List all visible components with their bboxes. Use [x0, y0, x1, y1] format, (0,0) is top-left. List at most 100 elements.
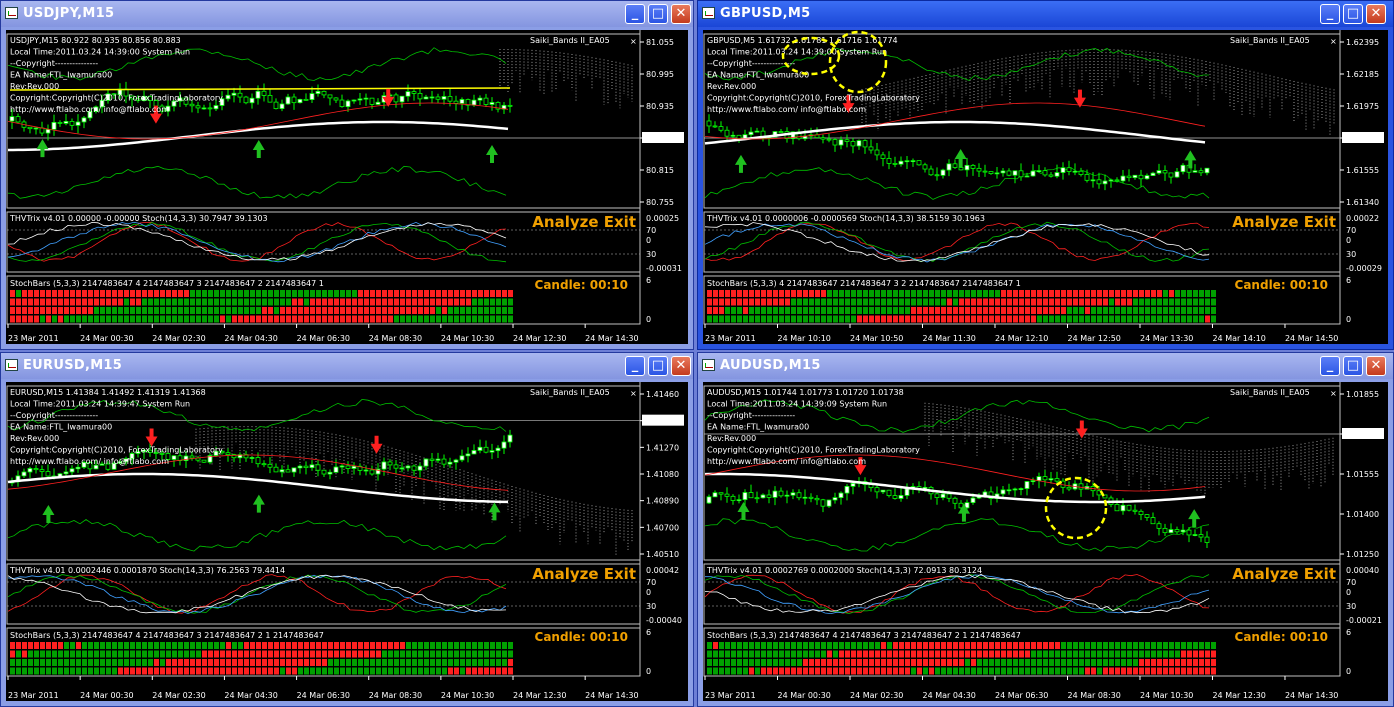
- trix-tick-label: 30: [646, 250, 656, 259]
- maximize-button[interactable]: □: [648, 4, 668, 24]
- price-tick-label: 80.755: [646, 198, 674, 207]
- time-axis-label: 24 Mar 14:10: [1212, 334, 1265, 343]
- chart-info-line: http://www.ftlabo.com/ info@ftlabo.com: [10, 457, 169, 466]
- trix-oscillator-lines: [704, 573, 1210, 615]
- chart-info-line: EA Name:FTL_Iwamura00: [707, 423, 809, 432]
- price-tick-label: 1.41270: [646, 443, 679, 452]
- price-tick-label: 1.01250: [1346, 550, 1379, 559]
- chart-area[interactable]: 1.62395 1.62185 1.61975 1.61774 1.61555 1.613…: [703, 30, 1388, 344]
- stochbars-grid: [10, 642, 513, 675]
- chart-window-gbpusd[interactable]: GBPUSD,M5 _ □ ✕ 1.62395 1.62185 1.61975 1.6…: [697, 0, 1394, 350]
- indicator-name-label: Saiki_Bands II_EA05: [530, 36, 610, 45]
- minimize-button[interactable]: _: [625, 4, 645, 24]
- maximize-button[interactable]: □: [648, 356, 668, 376]
- time-axis-label: 24 Mar 00:30: [80, 691, 133, 700]
- window-title: USDJPY,M15: [23, 6, 115, 21]
- maximize-button[interactable]: □: [1343, 356, 1363, 376]
- close-button[interactable]: ✕: [671, 356, 691, 376]
- trix-indicator-label: THVTrix v4.01 0.0000006 -0.0000569 Stoch…: [706, 214, 985, 223]
- trix-tick-label: 0.00042: [646, 566, 679, 575]
- analyze-exit-label: Analyze Exit: [1232, 565, 1336, 583]
- trix-tick-label: 70: [646, 578, 656, 587]
- minimize-button[interactable]: _: [625, 356, 645, 376]
- candle-timer-label: Candle: 00:10: [1235, 630, 1328, 644]
- arrow-up-icon: [36, 139, 49, 158]
- chart-area[interactable]: 81.055 80.995 80.935 80.883 80.815 80.755 USDJ…: [6, 30, 688, 344]
- stochbars-grid: [10, 290, 513, 323]
- time-axis-label: 24 Mar 02:30: [850, 691, 903, 700]
- chart-info-line: EURUSD,M15 1.41384 1.41492 1.41319 1.413…: [10, 388, 206, 397]
- chart-info-line: USDJPY,M15 80.922 80.935 80.856 80.883: [10, 36, 181, 45]
- price-tick-label: 1.62185: [1346, 70, 1379, 79]
- minimize-button[interactable]: _: [1320, 4, 1340, 24]
- time-axis-label: 24 Mar 13:30: [1140, 334, 1193, 343]
- time-axis-label: 24 Mar 11:30: [922, 334, 975, 343]
- trix-tick-label: 70: [1346, 578, 1356, 587]
- indicator-close-icon[interactable]: ×: [630, 37, 637, 46]
- maximize-button[interactable]: □: [1343, 4, 1363, 24]
- indicator-name-label: Saiki_Bands II_EA05: [530, 388, 610, 397]
- current-price-label: 1.41368: [644, 417, 677, 426]
- trix-oscillator-lines: [7, 574, 507, 615]
- time-axis-label: 24 Mar 00:30: [777, 691, 830, 700]
- price-tick-label: 1.41460: [646, 390, 679, 399]
- chart-info-line: Rev:Rev.000: [10, 82, 59, 91]
- minimize-button[interactable]: _: [1320, 356, 1340, 376]
- trix-tick-label: 0.00040: [1346, 566, 1379, 575]
- stoch-tick-label: 6: [1346, 276, 1351, 285]
- chart-info-line: Copyright:Copyright(C)2010, ForexTrading…: [707, 446, 920, 455]
- candlestick-series: [706, 114, 1210, 191]
- chart-window-audusd[interactable]: AUDUSD,M15 _ □ ✕ 1.01855 1.01738 1.01555 1.…: [697, 352, 1394, 707]
- chart-window-eurusd[interactable]: EURUSD,M15 _ □ ✕ 1.41460 1.41368 1.41270 1.…: [0, 352, 694, 707]
- chart-info-line: --Copyright---------------: [707, 59, 795, 68]
- chart-window-usdjpy[interactable]: USDJPY,M15 _ □ ✕ 81.055 80.995 80.935 80.88…: [0, 0, 694, 350]
- time-axis-label: 24 Mar 04:30: [224, 691, 277, 700]
- price-tick-label: 1.40700: [646, 523, 679, 532]
- trix-tick-label: -0.00040: [646, 616, 682, 625]
- main-price-panel[interactable]: [703, 385, 1341, 561]
- price-tick-label: 80.815: [646, 166, 674, 175]
- chart-canvas[interactable]: 1.41460 1.41368 1.41270 1.41080 1.40890 1.407…: [6, 382, 688, 701]
- window-titlebar[interactable]: GBPUSD,M5 _ □ ✕: [698, 1, 1393, 27]
- chart-info-line: EA Name:FTL_Iwamura00: [10, 423, 112, 432]
- indicator-close-icon[interactable]: ×: [630, 389, 637, 398]
- price-tick-label: 1.01400: [1346, 510, 1379, 519]
- time-axis-label: 24 Mar 10:30: [441, 691, 494, 700]
- time-axis-label: 24 Mar 02:30: [152, 691, 205, 700]
- chart-info-line: GBPUSD,M5 1.61732 1.61781 1.61716 1.6177…: [707, 36, 898, 45]
- chart-area[interactable]: 1.41460 1.41368 1.41270 1.41080 1.40890 1.407…: [6, 382, 688, 701]
- time-axis-label: 24 Mar 06:30: [297, 691, 350, 700]
- chart-info-line: --Copyright---------------: [10, 59, 98, 68]
- chart-window-icon: [702, 359, 715, 371]
- indicator-close-icon[interactable]: ×: [1330, 37, 1337, 46]
- time-axis-label: 24 Mar 08:30: [1067, 691, 1120, 700]
- main-price-panel[interactable]: [6, 33, 641, 209]
- price-tick-label: 1.61340: [1346, 198, 1379, 207]
- chart-area[interactable]: 1.01855 1.01738 1.01555 1.01400 1.01250 AUDUS…: [703, 382, 1388, 701]
- chart-info-line: Copyright:Copyright(C)2010, ForexTrading…: [10, 94, 223, 103]
- chart-info-line: Rev:Rev.000: [707, 82, 756, 91]
- trix-tick-label: 70: [1346, 226, 1356, 235]
- close-button[interactable]: ✕: [1366, 356, 1386, 376]
- stoch-tick-label: 0: [1346, 667, 1351, 676]
- stochbars-grid: [707, 290, 1216, 323]
- trix-tick-label: 30: [646, 602, 656, 611]
- indicator-close-icon[interactable]: ×: [1330, 389, 1337, 398]
- trix-indicator-label: THVTrix v4.01 0.0002446 0.0001870 Stoch(…: [9, 566, 285, 575]
- trix-tick-label: 0: [646, 236, 651, 245]
- time-axis-label: 24 Mar 10:10: [777, 334, 830, 343]
- window-titlebar[interactable]: USDJPY,M15 _ □ ✕: [1, 1, 693, 27]
- close-button[interactable]: ✕: [671, 4, 691, 24]
- chart-canvas[interactable]: 1.01855 1.01738 1.01555 1.01400 1.01250 AUDUS…: [703, 382, 1388, 701]
- price-tick-label: 1.40510: [646, 550, 679, 559]
- close-button[interactable]: ✕: [1366, 4, 1386, 24]
- chart-canvas[interactable]: 81.055 80.995 80.935 80.883 80.815 80.755 USDJ…: [6, 30, 688, 344]
- chart-canvas[interactable]: 1.62395 1.62185 1.61975 1.61774 1.61555 1.613…: [703, 30, 1388, 344]
- chart-window-icon: [702, 7, 715, 19]
- window-titlebar[interactable]: AUDUSD,M15 _ □ ✕: [698, 353, 1393, 379]
- analyze-exit-label: Analyze Exit: [532, 213, 636, 231]
- trix-tick-label: -0.00031: [646, 264, 682, 273]
- chart-info-line: Local Time:2011.03.24 14:39:00 System Ru…: [707, 48, 887, 57]
- indicator-name-label: Saiki_Bands II_EA05: [1230, 388, 1310, 397]
- window-titlebar[interactable]: EURUSD,M15 _ □ ✕: [1, 353, 693, 379]
